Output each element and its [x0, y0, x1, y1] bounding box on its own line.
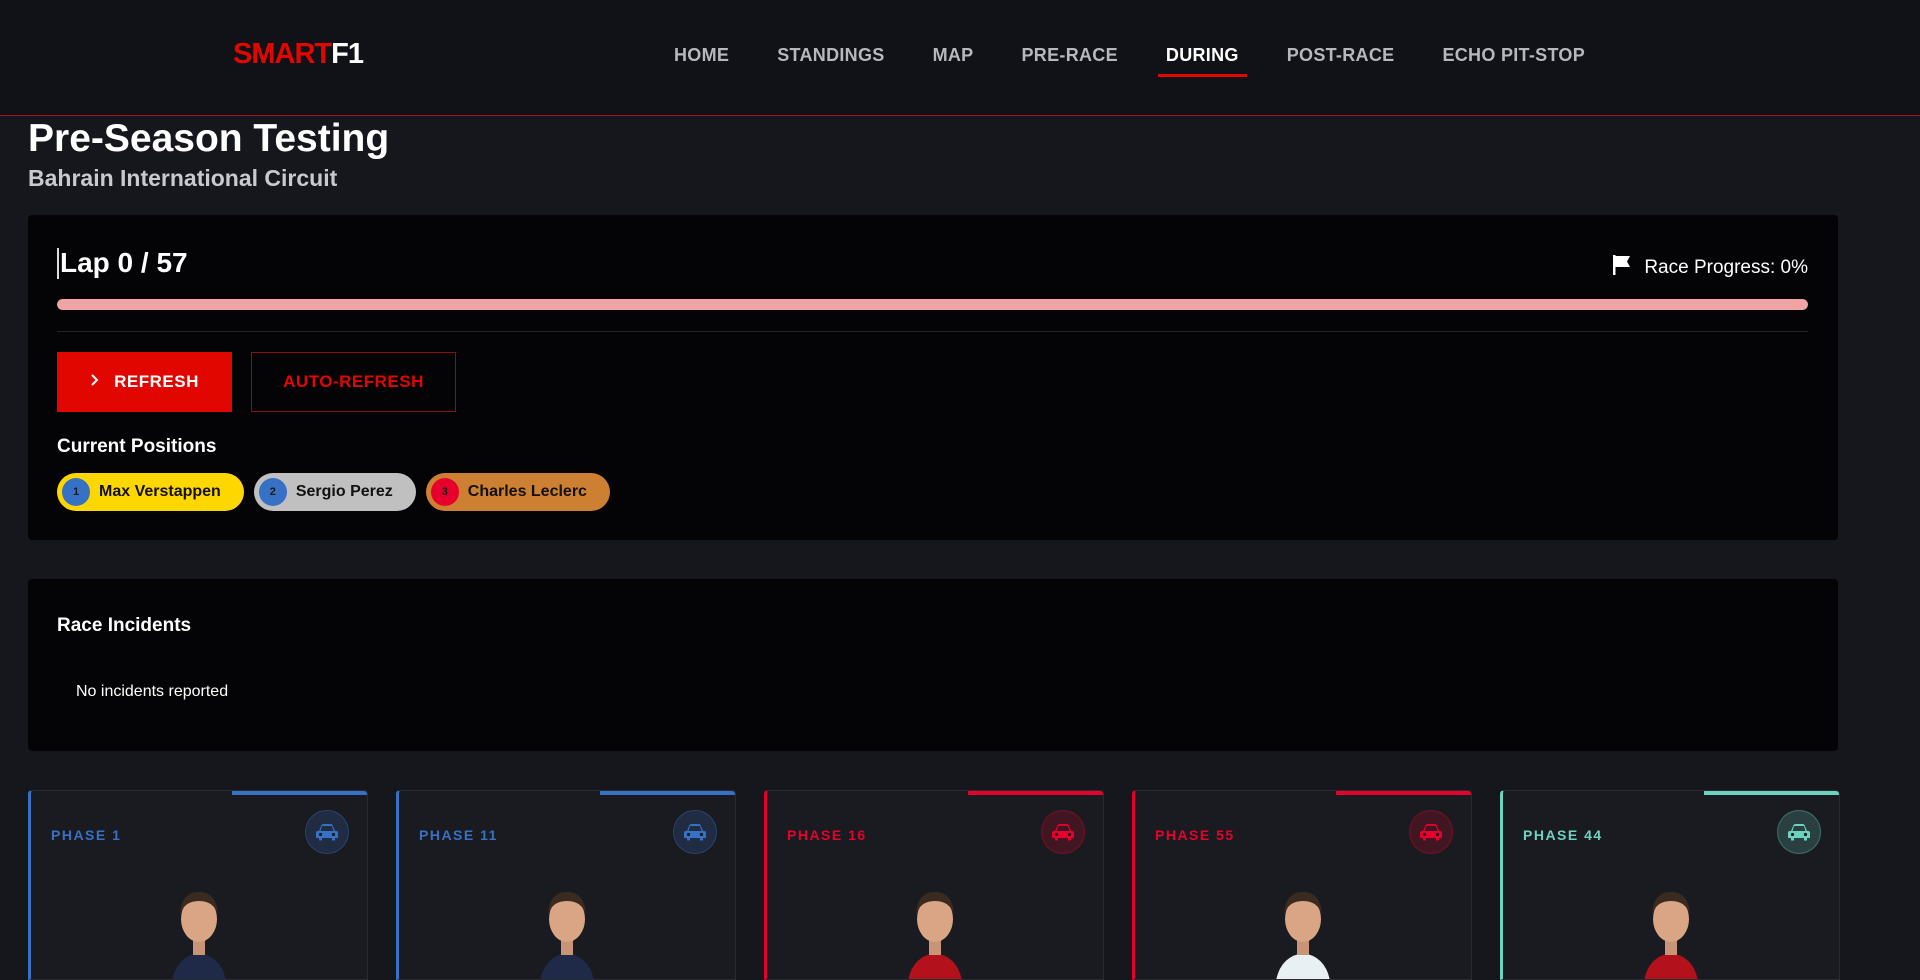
- nav-pre-race[interactable]: PRE-RACE: [997, 0, 1141, 116]
- team-dot: 3: [430, 478, 459, 506]
- race-progress-text: Race Progress: 0%: [1644, 257, 1808, 278]
- position-chip[interactable]: 1 Max Verstappen: [57, 473, 244, 511]
- car-icon: [673, 810, 717, 854]
- driver-photo: [1641, 879, 1701, 979]
- car-icon: [305, 810, 349, 854]
- phase-card[interactable]: PHASE 55: [1132, 790, 1472, 980]
- chevron-right-icon: [90, 372, 100, 392]
- race-progress-bar: [57, 299, 1808, 310]
- phase-card[interactable]: PHASE 44: [1500, 790, 1840, 980]
- nav-standings[interactable]: STANDINGS: [753, 0, 908, 116]
- nav-home[interactable]: HOME: [650, 0, 753, 116]
- logo-smart: SMART: [233, 38, 332, 70]
- phase-accent-bar: [1704, 791, 1839, 795]
- circuit-name: Bahrain International Circuit: [28, 165, 338, 191]
- phase-card[interactable]: PHASE 16: [764, 790, 1104, 980]
- car-icon: [1777, 810, 1821, 854]
- driver-photo: [905, 879, 965, 979]
- nav-links: HOME STANDINGS MAP PRE-RACE DURING POST-…: [650, 0, 1609, 116]
- driver-name: Max Verstappen: [99, 483, 221, 500]
- phase-card[interactable]: PHASE 11: [396, 790, 736, 980]
- race-progress-label: Race Progress: 0%: [1612, 254, 1808, 282]
- driver-photo: [537, 879, 597, 979]
- race-status-card: Lap 0 / 57 Race Progress: 0% REFRESH AUT…: [28, 215, 1838, 540]
- driver-photo: [1273, 879, 1333, 979]
- driver-name: Charles Leclerc: [467, 483, 587, 500]
- car-icon: [1409, 810, 1453, 854]
- phase-label: PHASE 11: [419, 827, 498, 843]
- team-dot: 1: [62, 478, 90, 506]
- top-navbar: SMARTF1 HOME STANDINGS MAP PRE-RACE DURI…: [0, 0, 1920, 116]
- race-incidents-title: Race Incidents: [57, 615, 192, 636]
- logo-f1: F1: [331, 38, 364, 70]
- app-logo[interactable]: SMARTF1: [233, 38, 364, 71]
- nav-map[interactable]: MAP: [909, 0, 998, 116]
- phase-label: PHASE 16: [787, 827, 867, 843]
- driver-photo: [169, 879, 229, 979]
- race-progress-fill: [57, 299, 1808, 310]
- divider: [57, 331, 1808, 332]
- nav-post-race[interactable]: POST-RACE: [1263, 0, 1419, 116]
- nav-during[interactable]: DURING: [1142, 0, 1263, 116]
- phase-label: PHASE 44: [1523, 827, 1603, 843]
- position-chips: 1 Max Verstappen 2 Sergio Perez 3 Charle…: [57, 473, 610, 511]
- race-incidents-card: Race Incidents No incidents reported: [28, 579, 1838, 751]
- refresh-label: REFRESH: [114, 372, 199, 391]
- refresh-button[interactable]: REFRESH: [57, 352, 232, 412]
- current-positions-title: Current Positions: [57, 436, 217, 457]
- car-icon: [1041, 810, 1085, 854]
- auto-refresh-button[interactable]: AUTO-REFRESH: [251, 352, 456, 412]
- lap-counter: Lap 0 / 57: [57, 247, 188, 279]
- phase-accent-bar: [1336, 791, 1471, 795]
- phase-label: PHASE 55: [1155, 827, 1235, 843]
- phase-label: PHASE 1: [51, 827, 122, 843]
- flag-icon: [1612, 254, 1632, 282]
- phase-accent-bar: [600, 791, 735, 795]
- no-incidents-text: No incidents reported: [76, 683, 229, 700]
- phase-accent-bar: [232, 791, 367, 795]
- phase-card[interactable]: PHASE 1: [28, 790, 368, 980]
- phase-accent-bar: [968, 791, 1103, 795]
- nav-echo-pit-stop[interactable]: ECHO PIT-STOP: [1418, 0, 1609, 116]
- driver-name: Sergio Perez: [295, 483, 393, 500]
- position-chip[interactable]: 2 Sergio Perez: [253, 473, 416, 511]
- position-chip[interactable]: 3 Charles Leclerc: [425, 473, 610, 511]
- page-title: Pre-Season Testing: [28, 117, 390, 160]
- team-dot: 2: [258, 478, 287, 506]
